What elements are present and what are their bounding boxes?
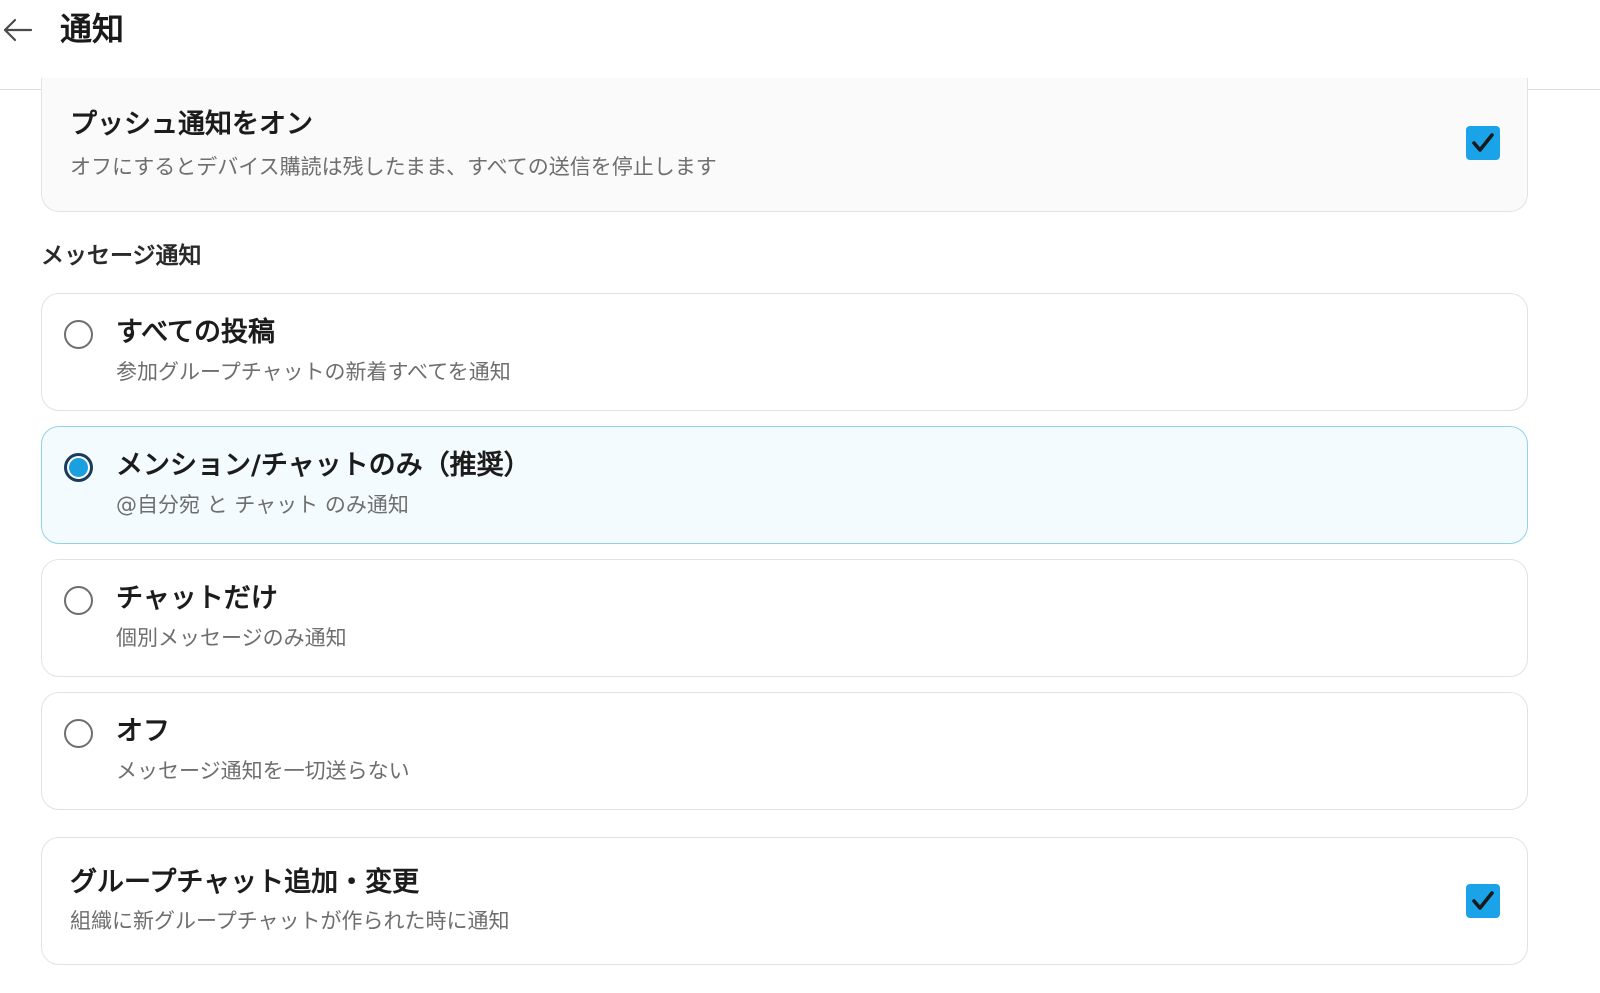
back-button[interactable] <box>0 10 38 50</box>
section-label-message: メッセージ通知 <box>41 243 202 269</box>
option-all-posts[interactable]: すべての投稿 参加グループチャットの新着すべてを通知 <box>41 293 1528 411</box>
radio-button[interactable] <box>64 320 93 349</box>
group-chat-toggle-card[interactable]: グループチャット追加・変更 組織に新グループチャットが作られた時に通知 <box>41 837 1528 965</box>
option-description: 個別メッセージのみ通知 <box>116 626 347 650</box>
radio-button[interactable] <box>64 586 93 615</box>
option-description: @自分宛 と チャット のみ通知 <box>116 493 409 517</box>
checkmark-icon <box>1472 891 1494 910</box>
group-chat-checkbox[interactable] <box>1466 884 1500 918</box>
push-description: オフにするとデバイス購読は残したまま、すべての送信を停止します <box>70 155 717 179</box>
radio-dot <box>69 458 88 477</box>
group-chat-title: グループチャット追加・変更 <box>70 867 420 898</box>
push-checkbox[interactable] <box>1466 126 1500 160</box>
option-mention-chat[interactable]: メンション/チャットのみ（推奨） @自分宛 と チャット のみ通知 <box>41 426 1528 544</box>
app-header: 通知 <box>0 0 1600 90</box>
option-title: オフ <box>116 716 170 747</box>
option-description: 参加グループチャットの新着すべてを通知 <box>116 360 511 384</box>
option-off[interactable]: オフ メッセージ通知を一切送らない <box>41 692 1528 810</box>
page-title: 通知 <box>60 10 125 48</box>
option-title: チャットだけ <box>116 583 278 614</box>
group-chat-description: 組織に新グループチャットが作られた時に通知 <box>70 909 510 933</box>
option-title: すべての投稿 <box>116 317 276 348</box>
checkmark-icon <box>1472 133 1494 152</box>
radio-button-selected[interactable] <box>64 453 93 482</box>
arrow-left-icon <box>3 18 33 42</box>
option-description: メッセージ通知を一切送らない <box>116 759 410 783</box>
radio-button[interactable] <box>64 719 93 748</box>
push-title: プッシュ通知をオン <box>70 109 313 140</box>
push-toggle-card[interactable]: プッシュ通知をオン オフにするとデバイス購読は残したまま、すべての送信を停止しま… <box>41 78 1528 212</box>
option-chat-only[interactable]: チャットだけ 個別メッセージのみ通知 <box>41 559 1528 677</box>
option-title: メンション/チャットのみ（推奨） <box>116 450 531 481</box>
